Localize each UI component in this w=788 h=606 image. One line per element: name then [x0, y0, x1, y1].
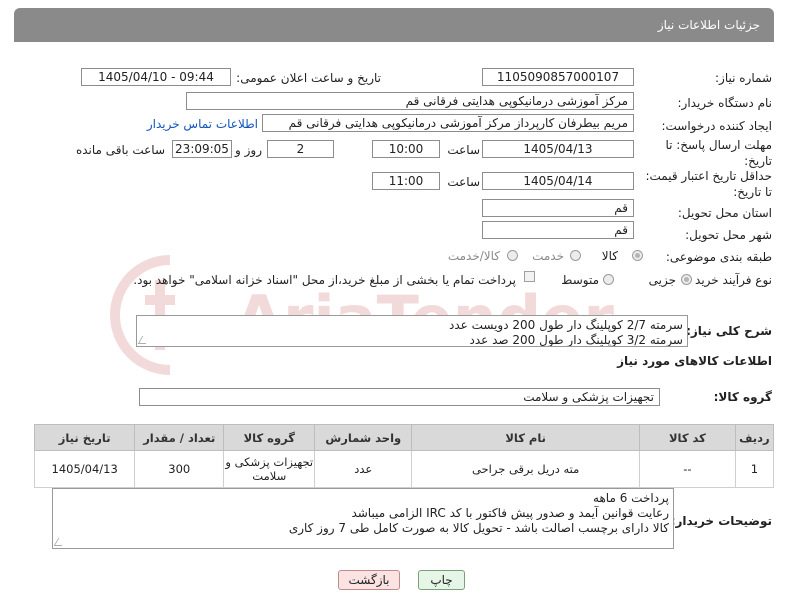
remaining-label: ساعت باقی مانده: [75, 143, 165, 157]
column-header-group: گروه کالا: [223, 424, 316, 451]
validity-time-field[interactable]: 11:00: [372, 172, 440, 190]
process-radio-minor[interactable]: [681, 274, 692, 285]
province-label: استان محل تحویل:: [677, 206, 772, 220]
cell-unit: عدد: [314, 450, 413, 488]
need-number-label: شماره نیاز:: [715, 71, 772, 85]
need-number-field[interactable]: 1105090857000107: [482, 68, 634, 86]
city-field[interactable]: قم: [482, 221, 634, 239]
buyer-contact-link[interactable]: اطلاعات تماس خریدار: [147, 117, 258, 131]
category-radio-goods-service[interactable]: [507, 250, 518, 261]
deadline-time-field[interactable]: 10:00: [372, 140, 440, 158]
treasury-payment-note: پرداخت تمام یا بخشی از مبلغ خرید،از محل …: [133, 273, 516, 287]
goods-group-field[interactable]: تجهیزات پزشکی و سلامت: [139, 388, 660, 406]
table-row[interactable]: 1 -- مته دریل برقی جراحی عدد تجهیزات پزش…: [33, 450, 775, 488]
page-title: جزئیات اطلاعات نیاز: [657, 18, 760, 32]
deadline-label: مهلت ارسال پاسخ: تا تاریخ:: [665, 138, 772, 168]
cell-group: تجهیزات پزشکی و سلامت: [223, 450, 316, 488]
province-field[interactable]: قم: [482, 199, 634, 217]
remaining-time-field[interactable]: 23:09:05: [172, 140, 232, 158]
buyer-notes-textarea[interactable]: پرداخت 6 ماهه رعایت قوانین آیمد و صدور پ…: [52, 488, 674, 549]
process-option-medium: متوسط: [561, 273, 599, 287]
column-header-unit: واحد شمارش: [314, 424, 413, 451]
back-button[interactable]: بازگشت: [338, 570, 400, 590]
deadline-date-field[interactable]: 1405/04/13: [482, 140, 634, 158]
cell-row: 1: [734, 450, 775, 488]
goods-group-label: گروه کالا:: [713, 390, 772, 404]
category-radio-goods[interactable]: [632, 250, 643, 261]
validity-date-field[interactable]: 1405/04/14: [482, 172, 634, 190]
days-label: روز و: [235, 143, 262, 157]
creator-label: ایجاد کننده درخواست:: [661, 119, 772, 133]
category-option-goods-service: کالا/خدمت: [447, 249, 500, 263]
resize-handle-icon[interactable]: [53, 538, 67, 546]
process-type-label: نوع فرآیند خرید :: [687, 273, 772, 287]
description-line-2: سرمته 3/2 کوپلینگ دار طول 200 صد عدد: [469, 333, 683, 347]
creator-field[interactable]: مریم بیطرفان کارپرداز مرکز آموزشی درمانی…: [262, 114, 634, 132]
description-label: شرح کلی نیاز:: [686, 324, 772, 338]
cell-name: مته دریل برقی جراحی: [411, 450, 641, 488]
print-button[interactable]: چاپ: [418, 570, 465, 590]
buyer-notes-line-3: کالا دارای برچسب اصالت باشد - تحویل کالا…: [288, 521, 669, 535]
city-label: شهر محل تحویل:: [685, 228, 772, 242]
treasury-payment-checkbox[interactable]: [524, 271, 535, 282]
process-option-minor: جزیی: [648, 273, 676, 287]
cell-code: --: [639, 450, 736, 488]
validity-label: حداقل تاریخ اعتبار قیمت: تا تاریخ:: [645, 169, 772, 199]
cell-qty: 300: [134, 450, 225, 488]
goods-table-header: ردیف کد کالا نام کالا واحد شمارش گروه کا…: [33, 424, 775, 451]
goods-table: ردیف کد کالا نام کالا واحد شمارش گروه کا…: [33, 424, 775, 488]
cell-date: 1405/04/13: [33, 450, 136, 488]
validity-time-label: ساعت: [447, 175, 480, 189]
deadline-time-label: ساعت: [447, 143, 480, 157]
description-textarea[interactable]: سرمته 2/7 کوپلینگ دار طول 200 دویست عدد …: [136, 315, 688, 347]
buyer-notes-line-1: پرداخت 6 ماهه: [593, 491, 669, 505]
description-line-1: سرمته 2/7 کوپلینگ دار طول 200 دویست عدد: [448, 318, 683, 332]
buyer-org-label: نام دستگاه خریدار:: [677, 96, 773, 110]
column-header-row: ردیف: [734, 424, 775, 451]
category-option-service: خدمت: [532, 249, 564, 263]
goods-section-title: اطلاعات کالاهای مورد نیاز: [617, 354, 772, 368]
days-field[interactable]: 2: [267, 140, 334, 158]
announce-datetime-field[interactable]: 1405/04/10 - 09:44: [81, 68, 231, 86]
process-radio-medium[interactable]: [603, 274, 614, 285]
page-header: جزئیات اطلاعات نیاز: [14, 8, 774, 42]
buyer-notes-line-2: رعایت قوانین آیمد و صدور پیش فاکتور با ک…: [351, 506, 669, 520]
category-option-goods: کالا: [601, 249, 618, 263]
column-header-code: کد کالا: [639, 424, 736, 451]
column-header-name: نام کالا: [411, 424, 641, 451]
buyer-org-field[interactable]: مرکز آموزشی درمانیکوپی هدایتی فرقانی قم: [186, 92, 634, 110]
announce-label: تاریخ و ساعت اعلان عمومی:: [236, 71, 381, 85]
column-header-date: تاریخ نیاز: [33, 424, 136, 451]
category-label: طبقه بندی موضوعی:: [665, 250, 772, 264]
category-radio-service[interactable]: [570, 250, 581, 261]
buyer-notes-label: توضیحات خریدار:: [670, 514, 772, 528]
column-header-qty: تعداد / مقدار: [134, 424, 225, 451]
